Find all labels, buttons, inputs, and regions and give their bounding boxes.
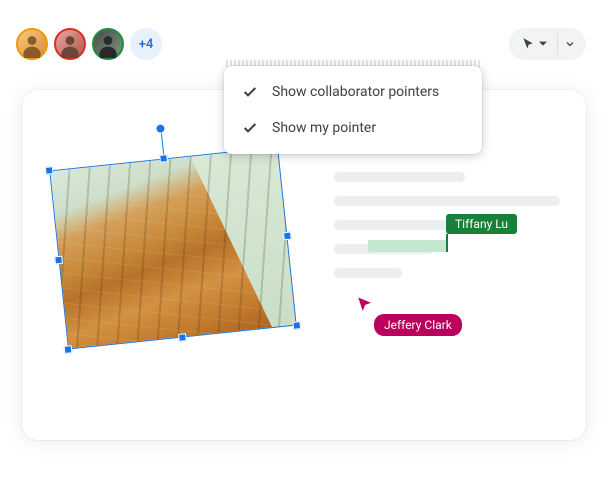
collaborator-overflow-badge[interactable]: +4 (130, 28, 162, 60)
collaborator-text-selection (368, 240, 446, 252)
pointer-options-menu: Show collaborator pointers Show my point… (224, 66, 482, 154)
resize-handle-tm[interactable] (159, 154, 168, 163)
resize-handle-tl[interactable] (45, 166, 54, 175)
resize-handle-mr[interactable] (283, 232, 292, 241)
pointer-tool-dropdown-toggle[interactable] (557, 34, 582, 54)
collaborator-avatar-row: +4 (16, 28, 162, 60)
collaborator-pointer-jeffery (356, 296, 374, 318)
collaborator-label-jeffery: Jeffery Clark (374, 314, 462, 336)
text-line (334, 172, 465, 182)
caret-down-icon (539, 40, 547, 48)
menu-item-show-my-pointer[interactable]: Show my pointer (224, 110, 482, 146)
text-line (334, 196, 560, 206)
menu-item-label: Show my pointer (272, 120, 376, 136)
resize-handle-bl[interactable] (64, 345, 73, 354)
text-line (334, 268, 402, 278)
cursor-pointer-icon (356, 296, 374, 314)
check-icon (242, 84, 258, 100)
menu-item-label: Show collaborator pointers (272, 84, 439, 100)
resize-handle-ml[interactable] (54, 256, 63, 265)
resize-handle-br[interactable] (292, 321, 301, 330)
check-icon (242, 120, 258, 136)
collaborator-avatar-1[interactable] (16, 28, 48, 60)
pointer-tool-button[interactable] (513, 37, 555, 51)
selected-image-frame[interactable] (49, 146, 297, 349)
resize-handle-bm[interactable] (178, 333, 187, 342)
collaborator-avatar-3[interactable] (92, 28, 124, 60)
collaborator-label-tiffany: Tiffany Lu (446, 214, 517, 234)
collaborator-text-cursor (446, 234, 448, 252)
building-photo[interactable] (50, 148, 295, 349)
chevron-down-icon (564, 38, 576, 50)
collaborator-avatar-2[interactable] (54, 28, 86, 60)
cursor-icon (521, 37, 535, 51)
menu-item-show-collaborator-pointers[interactable]: Show collaborator pointers (224, 74, 482, 110)
pointer-tool-split-button (509, 28, 586, 60)
